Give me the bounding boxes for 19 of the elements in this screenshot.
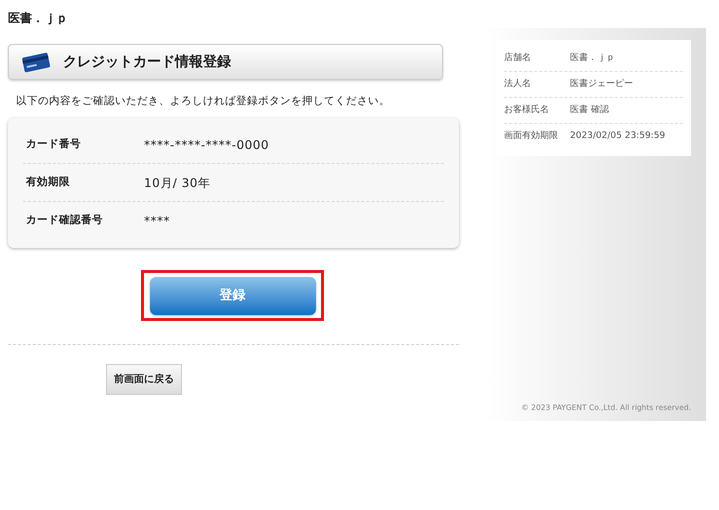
site-title: 医書．ｊｐ <box>8 10 69 27</box>
back-button[interactable]: 前画面に戻る <box>106 364 182 395</box>
info-label: 法人名 <box>504 78 532 91</box>
field-value: 10月/ 30年 <box>144 174 210 192</box>
field-value: **** <box>144 213 170 230</box>
info-value: 2023/02/05 23:59:59 <box>570 130 666 144</box>
info-value: 医書．ｊｐ <box>570 52 615 65</box>
info-label: 画面有効期限 <box>504 130 559 144</box>
section-title: クレジットカード情報登録 <box>63 52 231 72</box>
info-label: 店舗名 <box>504 52 532 65</box>
instruction-text: 以下の内容をご確認いただき、よろしければ登録ボタンを押してください。 <box>16 94 391 108</box>
credit-card-icon <box>21 51 51 73</box>
info-value: 医書ジェーピー <box>570 78 633 91</box>
field-label: カード番号 <box>26 136 82 152</box>
info-value: 医書 確認 <box>570 104 609 117</box>
field-value: ****-****-****-0000 <box>144 136 270 154</box>
info-label: お客様氏名 <box>504 104 550 117</box>
field-label: カード確認番号 <box>26 213 104 228</box>
field-label: 有効期限 <box>26 174 71 190</box>
